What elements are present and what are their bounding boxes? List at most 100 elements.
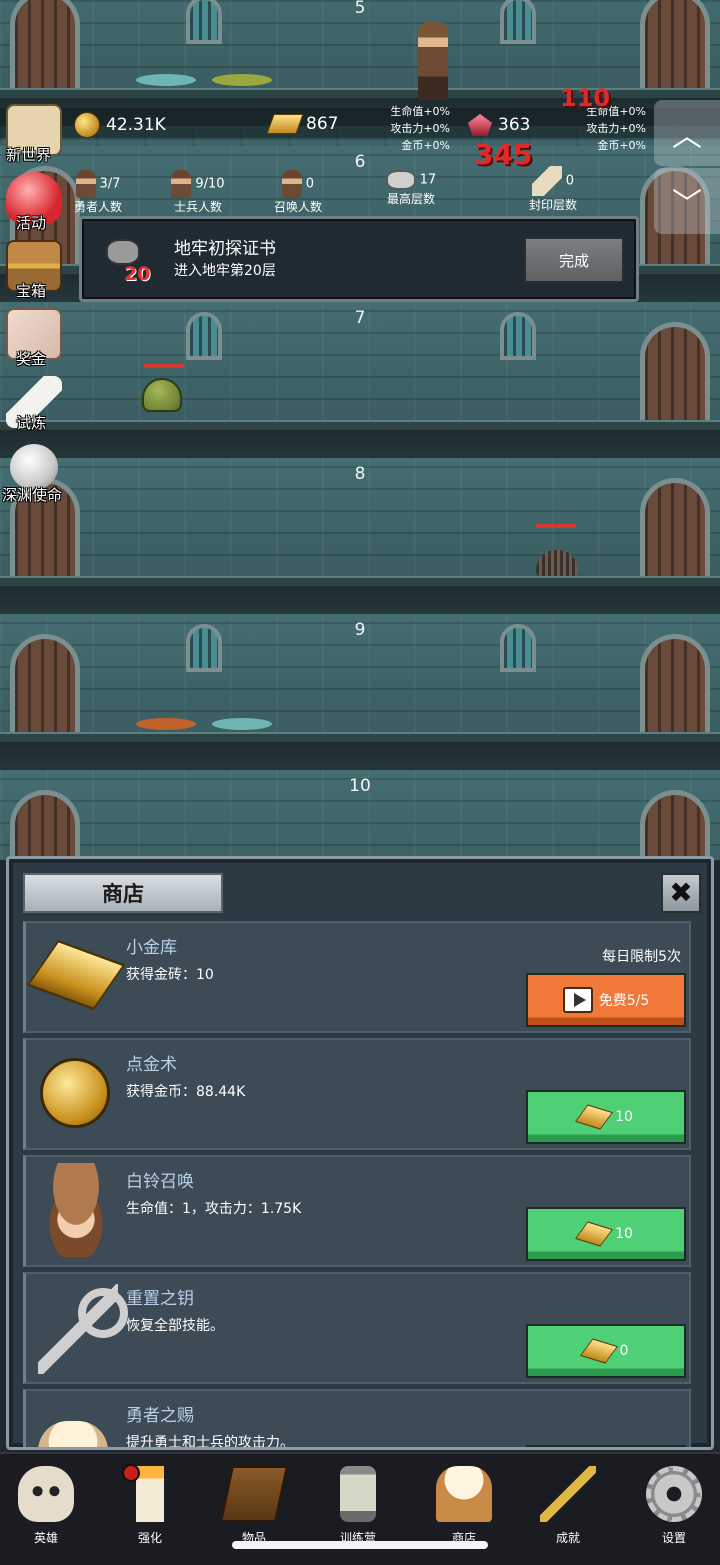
book-icon xyxy=(220,1466,288,1522)
floor-row: 9 xyxy=(0,614,720,770)
candle-icon xyxy=(136,1466,164,1522)
nav-achievements[interactable]: 成就 xyxy=(528,1462,608,1548)
floor-number: 8 xyxy=(354,464,366,484)
achievement-title: 地牢初探证书 xyxy=(174,239,276,259)
scroll-icon xyxy=(531,166,562,196)
achievement-badge: 20 xyxy=(102,235,156,289)
gear-icon xyxy=(646,1466,702,1522)
key-icon xyxy=(540,1466,596,1522)
side-menu-events[interactable]: 活动 xyxy=(0,172,70,240)
side-menu-new-world[interactable]: 新世界 xyxy=(0,104,70,172)
shop-item-reset-key: 重置之钥 恢复全部技能。 0 xyxy=(23,1272,691,1384)
gold-bar-icon xyxy=(575,1221,614,1247)
shop-item-small-vault: 小金库 获得金砖：10 每日限制5次 免费5/5 xyxy=(23,921,691,1033)
shop-panel: 商店 ✖ 小金库 获得金砖：10 每日限制5次 免费5/5 点金术 获得金币：8… xyxy=(6,856,714,1450)
floor-row: 8 xyxy=(0,458,720,614)
video-icon xyxy=(562,987,593,1013)
nav-heroes[interactable]: 英雄 xyxy=(6,1462,86,1548)
shop-title: 商店 xyxy=(23,873,223,913)
gold-bar-icon xyxy=(266,114,304,134)
lantern-icon xyxy=(340,1466,376,1522)
enemy-hp-bar xyxy=(144,364,184,368)
nav-shop[interactable]: 商店 xyxy=(424,1462,504,1548)
shop-list[interactable]: 小金库 获得金砖：10 每日限制5次 免费5/5 点金术 获得金币：88.44K… xyxy=(23,921,695,1447)
soldier-count: 9/10 士兵人数 xyxy=(168,170,228,215)
shop-item-alchemy: 点金术 获得金币：88.44K 10 xyxy=(23,1038,691,1150)
scroll-down-button[interactable]: ﹀ xyxy=(654,168,720,234)
mug-icon xyxy=(38,1421,108,1447)
gem-counter: 363 xyxy=(468,114,530,136)
bonus-stats-left: 生命值+0% 攻击力+0% 金币+0% xyxy=(390,105,450,152)
scroll-up-button[interactable]: ︿ xyxy=(654,100,720,166)
shop-item-summon: 白铃召唤 生命值：1，攻击力：1.75K 10 xyxy=(23,1155,691,1267)
achievement-subtitle: 进入地牢第20层 xyxy=(174,263,276,279)
slime-puddle xyxy=(212,718,272,730)
slime-puddle xyxy=(136,718,196,730)
door xyxy=(640,322,710,420)
nav-training-camp[interactable]: 训练营 xyxy=(318,1462,398,1548)
free-ad-button[interactable]: 免费5/5 xyxy=(526,973,686,1027)
daily-limit: 每日限制5次 xyxy=(602,949,681,965)
door xyxy=(640,634,710,732)
gold-counter: 42.31K xyxy=(74,112,166,138)
nav-settings[interactable]: 设置 xyxy=(634,1462,714,1548)
floor-number: 10 xyxy=(349,776,371,796)
side-menu-trial[interactable]: 试炼 xyxy=(0,376,70,444)
close-icon: ✖ xyxy=(669,876,693,909)
floor-row: 7 xyxy=(0,302,720,458)
window xyxy=(186,0,222,44)
stone-icon xyxy=(106,239,140,265)
slime-puddle xyxy=(212,74,272,86)
side-menu-chest[interactable]: 宝箱 xyxy=(0,240,70,308)
gem-icon xyxy=(468,114,492,136)
side-menu-bonus[interactable]: 奖金 xyxy=(0,308,70,376)
window xyxy=(186,624,222,672)
floor-number: 7 xyxy=(354,308,366,328)
summon-icon xyxy=(281,170,302,198)
door xyxy=(640,790,710,860)
soldier-icon xyxy=(171,170,192,198)
door xyxy=(10,0,80,88)
slime-enemy[interactable] xyxy=(142,378,182,412)
complete-button[interactable]: 完成 xyxy=(524,237,624,283)
window xyxy=(186,312,222,360)
hero-character xyxy=(418,22,448,100)
window xyxy=(500,312,536,360)
floor-number: 9 xyxy=(354,620,366,640)
buy-button[interactable] xyxy=(526,1445,686,1447)
nav-items[interactable]: 物品 xyxy=(214,1462,294,1548)
gold-coin-icon xyxy=(74,112,100,138)
door xyxy=(10,790,80,860)
achievement-toast: 20 地牢初探证书 进入地牢第20层 完成 xyxy=(79,216,639,302)
chevron-down-icon: ﹀ xyxy=(672,187,702,222)
highest-floor: 17 最高层数 xyxy=(378,170,444,207)
buy-button[interactable]: 0 xyxy=(526,1324,686,1378)
window xyxy=(500,624,536,672)
hero-count: 3/7 勇者人数 xyxy=(68,170,128,215)
gold-bar-icon xyxy=(26,939,126,1011)
gold-bar-icon xyxy=(575,1104,614,1130)
gold-coin-icon xyxy=(40,1058,110,1128)
floor-row: 10 xyxy=(0,770,720,860)
girl-portrait-icon xyxy=(34,1163,118,1257)
buy-button[interactable]: 10 xyxy=(526,1207,686,1261)
buy-button[interactable]: 10 xyxy=(526,1090,686,1144)
shop-item-hero-gift: 勇者之赐 提升勇士和士兵的攻击力。 xyxy=(23,1389,691,1447)
damage-number: 110 xyxy=(560,84,611,112)
door xyxy=(10,634,80,732)
close-button[interactable]: ✖ xyxy=(661,873,701,913)
notification-dot xyxy=(122,1464,140,1482)
home-indicator[interactable] xyxy=(232,1541,488,1549)
window xyxy=(500,0,536,44)
door xyxy=(640,478,710,576)
beer-mug-icon xyxy=(436,1466,492,1522)
key-icon xyxy=(38,1284,128,1374)
enemy-hp-bar xyxy=(536,524,576,528)
top-hud: 42.31K 867 生命值+0% 攻击力+0% 金币+0% 363 生命值+0… xyxy=(0,84,720,220)
slime-puddle xyxy=(136,74,196,86)
rock-icon xyxy=(385,170,416,190)
gold-bar-counter: 867 xyxy=(266,114,338,134)
gold-bar-icon xyxy=(579,1338,618,1364)
sealed-floor: 0 封印层数 xyxy=(520,166,586,213)
side-menu-abyss-mission[interactable]: 深渊使命 xyxy=(0,444,70,512)
